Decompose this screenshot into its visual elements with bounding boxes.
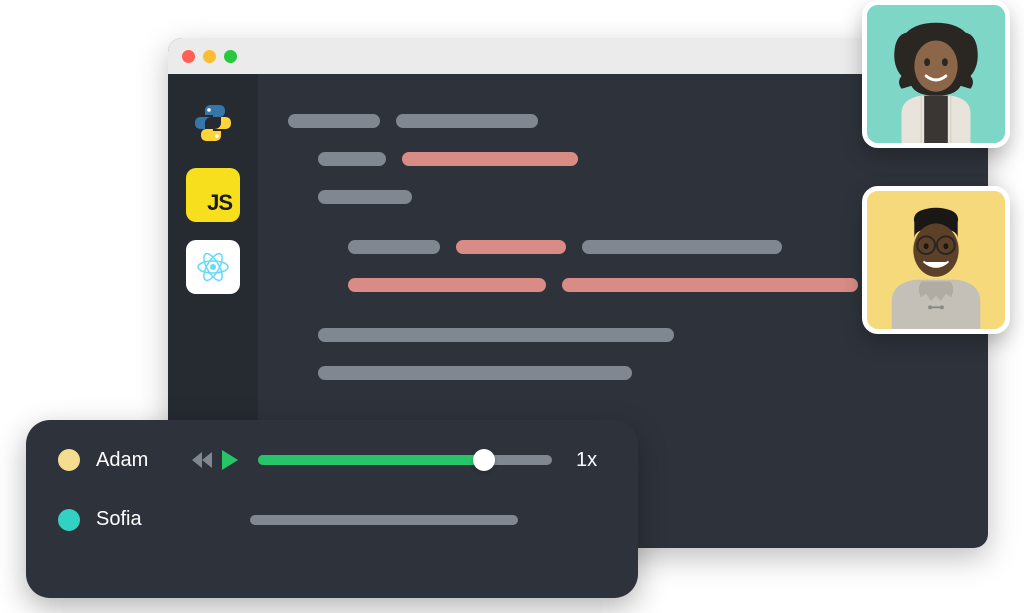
playback-panel: Adam 1x Sofia	[26, 420, 638, 598]
play-button[interactable]	[220, 448, 240, 472]
code-token	[318, 152, 386, 166]
code-token	[456, 240, 566, 254]
code-line	[288, 152, 958, 166]
code-line	[288, 328, 958, 342]
user-color-dot	[58, 449, 80, 471]
javascript-icon[interactable]: JS	[186, 168, 240, 222]
avatar-illustration	[867, 191, 1005, 329]
track-row: Sofia	[58, 508, 606, 531]
code-token	[288, 114, 380, 128]
inactive-track-bar[interactable]	[250, 515, 518, 525]
rewind-button[interactable]	[190, 450, 214, 470]
code-token	[396, 114, 538, 128]
code-token	[402, 152, 578, 166]
close-button[interactable]	[182, 50, 195, 63]
participant-video-2[interactable]	[862, 186, 1010, 334]
participant-video-1[interactable]	[862, 0, 1010, 148]
track-row: Adam 1x	[58, 448, 606, 472]
code-line	[288, 278, 958, 292]
user-color-dot	[58, 509, 80, 531]
code-line	[288, 240, 958, 254]
code-token	[348, 278, 546, 292]
progress-fill	[258, 455, 484, 465]
progress-thumb[interactable]	[473, 449, 495, 471]
speed-label[interactable]: 1x	[576, 449, 606, 472]
python-icon[interactable]	[186, 96, 240, 150]
code-token	[318, 366, 632, 380]
progress-slider[interactable]	[258, 455, 552, 465]
code-line	[288, 366, 958, 380]
user-name-label: Sofia	[96, 508, 174, 531]
playback-controls: 1x	[190, 448, 606, 472]
user-name-label: Adam	[96, 449, 174, 472]
code-token	[318, 190, 412, 204]
code-token	[562, 278, 858, 292]
code-line	[288, 190, 958, 204]
code-token	[348, 240, 440, 254]
code-token	[582, 240, 782, 254]
minimize-button[interactable]	[203, 50, 216, 63]
code-token	[318, 328, 674, 342]
js-label: JS	[207, 190, 232, 216]
code-line	[288, 114, 958, 128]
react-icon[interactable]	[186, 240, 240, 294]
avatar-illustration	[867, 5, 1005, 143]
maximize-button[interactable]	[224, 50, 237, 63]
